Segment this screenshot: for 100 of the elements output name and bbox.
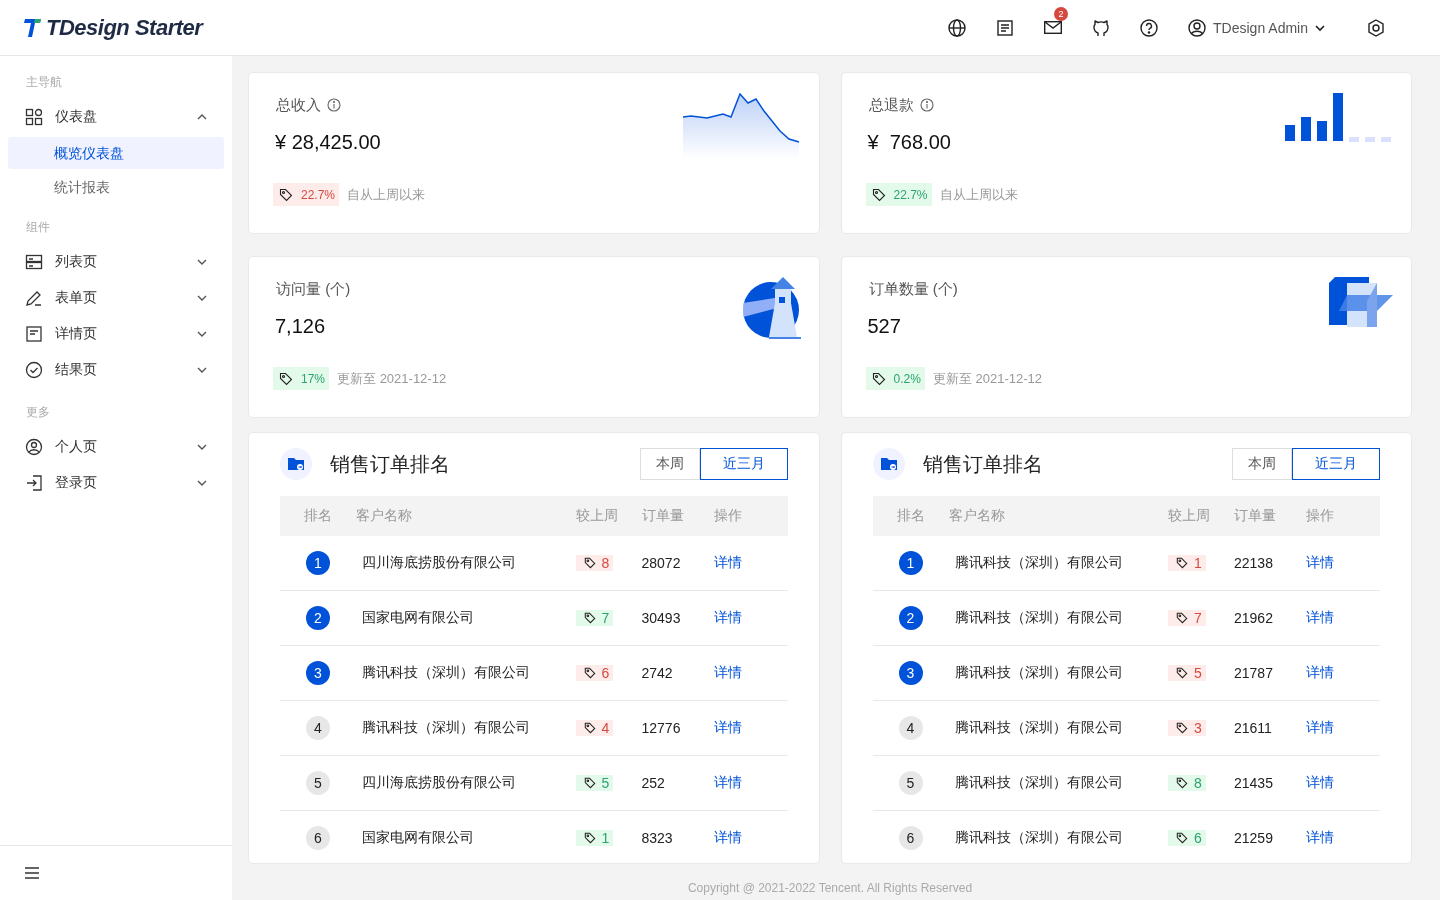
detail-link[interactable]: 详情	[1306, 664, 1334, 680]
tag-icon	[1176, 831, 1188, 844]
trend-tag: 17%	[273, 367, 330, 390]
order-count: 8323	[641, 830, 674, 846]
nav-subitem[interactable]: 统计报表	[8, 171, 224, 203]
order-count: 22138	[1234, 555, 1274, 571]
stat-note: 自从上周以来	[939, 185, 1018, 204]
period-tab[interactable]: 近三月	[1292, 448, 1380, 480]
customer-name: 腾讯科技（深圳）有限公司	[953, 664, 1124, 682]
customer-name: 四川海底捞股份有限公司	[361, 554, 517, 572]
stat-title: 订单数量 (个)	[868, 279, 958, 299]
order-count: 30493	[641, 610, 682, 626]
logo-text[interactable]: TDesign Starter	[46, 14, 203, 41]
detail-link[interactable]: 详情	[1306, 719, 1334, 735]
order-count: 2742	[641, 665, 674, 681]
nav-item[interactable]: 详情页	[8, 316, 224, 352]
copyright-text: Copyright @ 2021-2022 Tencent. All Rights Reserved	[686, 881, 974, 897]
detail-link[interactable]: 详情	[1306, 554, 1334, 570]
user-menu[interactable]: TDesign Admin	[1187, 17, 1326, 38]
trend-tag: 1	[575, 829, 614, 846]
trend-tag: 8	[575, 554, 614, 571]
menu-icon[interactable]	[25, 867, 39, 879]
globe-icon[interactable]	[947, 17, 968, 38]
tag-icon	[1176, 776, 1188, 789]
nav-group-title: 更多	[25, 404, 51, 421]
nav-subitem[interactable]: 概览仪表盘	[8, 137, 224, 169]
trend-tag: 6	[1168, 829, 1206, 846]
detail-link[interactable]: 详情	[1306, 609, 1334, 625]
column-header: 排名	[303, 507, 333, 525]
help-icon[interactable]	[1139, 17, 1160, 38]
stat-note: 自从上周以来	[347, 185, 426, 204]
tag-icon	[279, 187, 293, 202]
detail-link[interactable]: 详情	[713, 664, 742, 680]
nav-item[interactable]: 列表页	[8, 244, 224, 280]
rank-badge: 2	[306, 606, 330, 630]
customer-name: 腾讯科技（深圳）有限公司	[953, 774, 1124, 792]
stat-value: 7,126	[274, 315, 327, 338]
trend-tag: 6	[575, 664, 614, 681]
user-icon	[1187, 17, 1208, 38]
rank-badge: 5	[306, 771, 330, 795]
customer-name: 腾讯科技（深圳）有限公司	[361, 664, 531, 682]
nav-item[interactable]: 表单页	[8, 280, 224, 316]
logo-icon	[24, 17, 42, 38]
tag-icon	[583, 776, 596, 789]
mail-icon[interactable]	[1044, 21, 1063, 34]
period-tab[interactable]: 本周	[639, 448, 700, 480]
detail-link[interactable]: 详情	[713, 829, 742, 845]
detail-link[interactable]: 详情	[713, 774, 742, 790]
stat-title: 总退款	[868, 95, 914, 115]
tag-icon	[871, 187, 886, 202]
notification-badge: 2	[1054, 6, 1069, 21]
tag-icon	[583, 721, 596, 734]
tag-icon	[279, 371, 293, 386]
trend-tag: 7	[1168, 609, 1206, 626]
period-tab[interactable]: 本周	[1232, 448, 1292, 480]
rank-badge: 6	[898, 826, 923, 850]
rank-badge: 2	[898, 606, 923, 630]
nav-item[interactable]: 仪表盘	[8, 99, 224, 135]
detail-link[interactable]: 详情	[713, 609, 742, 625]
list-icon	[25, 253, 43, 271]
rank-badge: 5	[898, 771, 923, 795]
customer-name: 腾讯科技（深圳）有限公司	[953, 609, 1124, 627]
rank-badge: 1	[898, 551, 923, 575]
tag-icon	[583, 556, 596, 569]
detail-link[interactable]: 详情	[713, 554, 742, 570]
stat-value: ¥ 768.00	[866, 131, 952, 154]
nav-item[interactable]: 结果页	[8, 352, 224, 388]
detail-link[interactable]: 详情	[1306, 829, 1334, 845]
customer-name: 腾讯科技（深圳）有限公司	[361, 719, 531, 737]
detail-link[interactable]: 详情	[1306, 774, 1334, 790]
trend-tag: 3	[1168, 719, 1206, 736]
period-tab[interactable]: 近三月	[699, 448, 788, 480]
folder-icon	[872, 448, 905, 480]
customer-name: 四川海底捞股份有限公司	[361, 774, 517, 792]
ranking-title: 销售订单排名	[330, 451, 450, 477]
nav-item[interactable]: 个人页	[8, 429, 224, 465]
folder-icon	[280, 448, 312, 480]
document-icon	[25, 325, 43, 343]
nav-item[interactable]: 登录页	[8, 465, 224, 501]
document-icon[interactable]	[995, 17, 1016, 38]
tag-icon	[1176, 666, 1188, 679]
lighthouse-illustration	[742, 277, 801, 339]
trend-tag: 1	[1168, 554, 1206, 571]
order-count: 21435	[1234, 775, 1274, 791]
trend-tag: 22.7%	[273, 183, 340, 206]
rank-badge: 1	[306, 551, 330, 575]
grid-icon	[25, 108, 43, 126]
rank-badge: 4	[306, 716, 330, 740]
settings-icon[interactable]	[1366, 17, 1386, 38]
trend-tag: 8	[1168, 774, 1206, 791]
column-header: 客户名称	[356, 507, 413, 525]
order-count: 21787	[1234, 665, 1274, 681]
tag-icon	[1176, 556, 1188, 569]
detail-link[interactable]: 详情	[713, 719, 742, 735]
customer-name: 腾讯科技（深圳）有限公司	[953, 829, 1124, 847]
stat-value: ¥ 28,425.00	[274, 131, 382, 154]
login-icon	[25, 474, 43, 492]
column-header: 排名	[895, 507, 926, 525]
customer-name: 腾讯科技（深圳）有限公司	[953, 554, 1124, 572]
column-header: 订单量	[1234, 507, 1277, 525]
